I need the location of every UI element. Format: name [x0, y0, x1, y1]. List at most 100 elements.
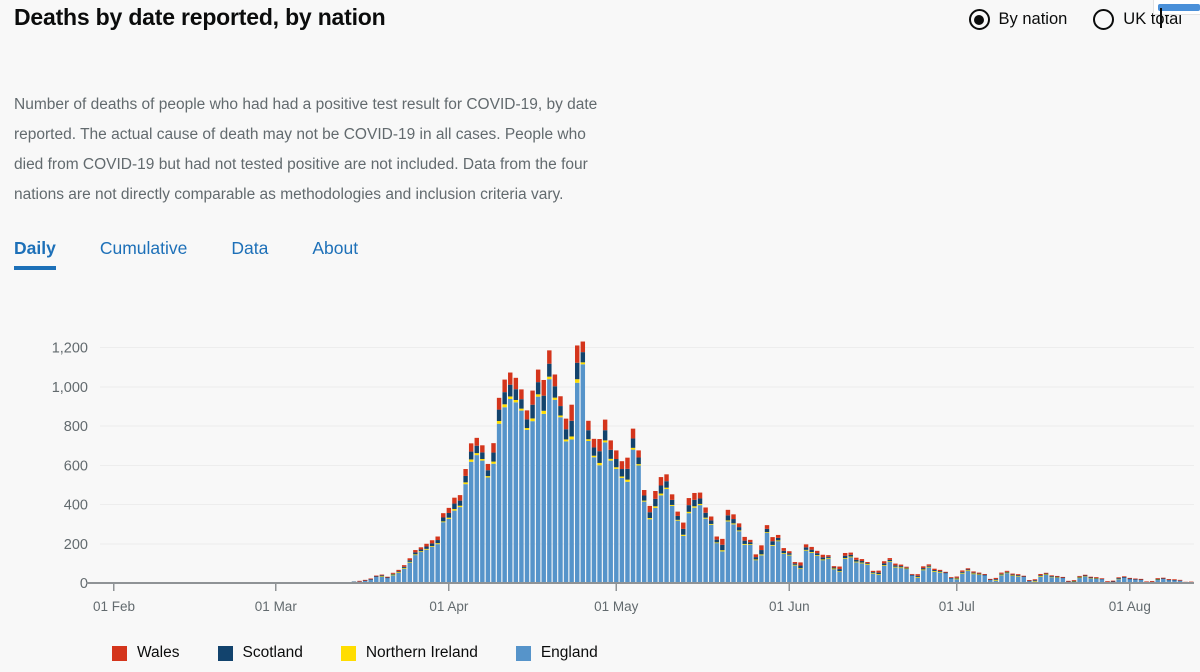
bar-segment[interactable] — [435, 544, 440, 583]
bar-segment[interactable] — [993, 579, 999, 581]
bar-segment[interactable] — [848, 556, 853, 558]
bar-segment[interactable] — [480, 459, 485, 461]
bar-segment[interactable] — [524, 429, 530, 583]
bar-segment[interactable] — [446, 518, 452, 583]
bar-segment[interactable] — [926, 565, 932, 567]
bar-segment[interactable] — [496, 397, 502, 410]
bar-segment[interactable] — [552, 397, 558, 400]
bar-segment[interactable] — [748, 542, 753, 545]
bar-segment[interactable] — [697, 498, 703, 504]
bar-segment[interactable] — [1082, 574, 1088, 576]
bar-segment[interactable] — [452, 510, 457, 583]
bar-segment[interactable] — [407, 562, 412, 583]
bar-segment[interactable] — [401, 567, 407, 569]
bar-segment[interactable] — [904, 568, 909, 583]
bar-segment[interactable] — [441, 521, 446, 523]
bar-segment[interactable] — [921, 566, 926, 569]
bar-segment[interactable] — [401, 568, 407, 583]
bar-segment[interactable] — [463, 469, 468, 476]
bar-segment[interactable] — [976, 573, 982, 575]
bar-segment[interactable] — [413, 552, 418, 555]
bar-segment[interactable] — [485, 470, 491, 477]
bar-segment[interactable] — [468, 461, 474, 583]
bar-segment[interactable] — [1094, 577, 1099, 578]
bar-segment[interactable] — [1116, 578, 1121, 579]
bar-segment[interactable] — [580, 362, 586, 365]
bar-segment[interactable] — [1055, 575, 1060, 577]
bar-segment[interactable] — [508, 384, 513, 397]
bar-segment[interactable] — [960, 570, 965, 572]
bar-segment[interactable] — [932, 571, 937, 572]
bar-segment[interactable] — [960, 572, 965, 574]
bar-segment[interactable] — [563, 418, 569, 430]
bar-segment[interactable] — [965, 568, 971, 570]
bar-segment[interactable] — [1038, 576, 1043, 583]
bar-segment[interactable] — [809, 552, 814, 553]
bar-segment[interactable] — [569, 436, 574, 440]
bar-segment[interactable] — [893, 566, 898, 568]
bar-segment[interactable] — [608, 440, 613, 450]
bar-segment[interactable] — [865, 563, 870, 565]
bar-segment[interactable] — [1010, 573, 1015, 575]
bar-segment[interactable] — [457, 507, 463, 583]
bar-segment[interactable] — [764, 532, 770, 533]
bar-segment[interactable] — [396, 572, 401, 583]
bar-segment[interactable] — [753, 557, 759, 560]
scrollbar-thumb[interactable] — [1158, 4, 1200, 11]
bar-segment[interactable] — [1015, 575, 1021, 576]
bar-segment[interactable] — [787, 551, 792, 554]
bar-segment[interactable] — [697, 505, 703, 583]
bar-segment[interactable] — [614, 459, 619, 468]
bar-segment[interactable] — [848, 556, 853, 583]
bar-segment[interactable] — [681, 535, 686, 583]
bar-segment[interactable] — [530, 390, 535, 405]
bar-segment[interactable] — [636, 450, 641, 458]
bar-segment[interactable] — [457, 505, 463, 508]
bar-segment[interactable] — [441, 513, 446, 518]
bar-segment[interactable] — [569, 439, 574, 583]
bar-segment[interactable] — [586, 430, 591, 440]
bar-segment[interactable] — [859, 559, 865, 562]
bar-segment[interactable] — [820, 559, 826, 583]
bar-segment[interactable] — [703, 512, 708, 518]
bar-segment[interactable] — [452, 503, 457, 510]
bar-segment[interactable] — [842, 558, 848, 559]
bar-segment[interactable] — [457, 500, 463, 506]
bar-segment[interactable] — [496, 423, 502, 583]
bar-segment[interactable] — [809, 552, 814, 583]
bar-segment[interactable] — [686, 511, 692, 514]
bar-segment[interactable] — [725, 509, 731, 516]
bar-segment[interactable] — [591, 438, 597, 448]
bar-segment[interactable] — [859, 562, 865, 564]
bar-segment[interactable] — [720, 538, 725, 545]
bar-segment[interactable] — [999, 574, 1004, 576]
bar-segment[interactable] — [374, 575, 379, 577]
bar-segment[interactable] — [474, 455, 479, 583]
bar-segment[interactable] — [764, 525, 770, 529]
bar-segment[interactable] — [636, 464, 641, 466]
bar-segment[interactable] — [965, 570, 971, 583]
bar-segment[interactable] — [887, 558, 893, 560]
bar-segment[interactable] — [468, 443, 474, 452]
bar-segment[interactable] — [630, 438, 636, 448]
bar-segment[interactable] — [1015, 574, 1021, 576]
bar-segment[interactable] — [491, 452, 496, 462]
tab-about[interactable]: About — [312, 238, 358, 266]
bar-segment[interactable] — [842, 558, 848, 583]
bar-segment[interactable] — [904, 567, 909, 569]
bar-segment[interactable] — [491, 461, 496, 464]
bar-segment[interactable] — [764, 532, 770, 583]
bar-segment[interactable] — [468, 451, 474, 460]
bar-segment[interactable] — [597, 451, 602, 463]
bar-segment[interactable] — [681, 534, 686, 536]
bar-segment[interactable] — [854, 557, 859, 560]
bar-segment[interactable] — [1066, 580, 1071, 582]
bar-segment[interactable] — [379, 576, 385, 583]
bar-segment[interactable] — [390, 573, 396, 575]
bar-segment[interactable] — [379, 575, 385, 577]
bar-segment[interactable] — [708, 524, 714, 583]
radio-option-by-nation[interactable]: By nation — [968, 9, 1067, 30]
bar-segment[interactable] — [960, 571, 965, 573]
bar-segment[interactable] — [413, 550, 418, 553]
bar-segment[interactable] — [798, 562, 803, 566]
